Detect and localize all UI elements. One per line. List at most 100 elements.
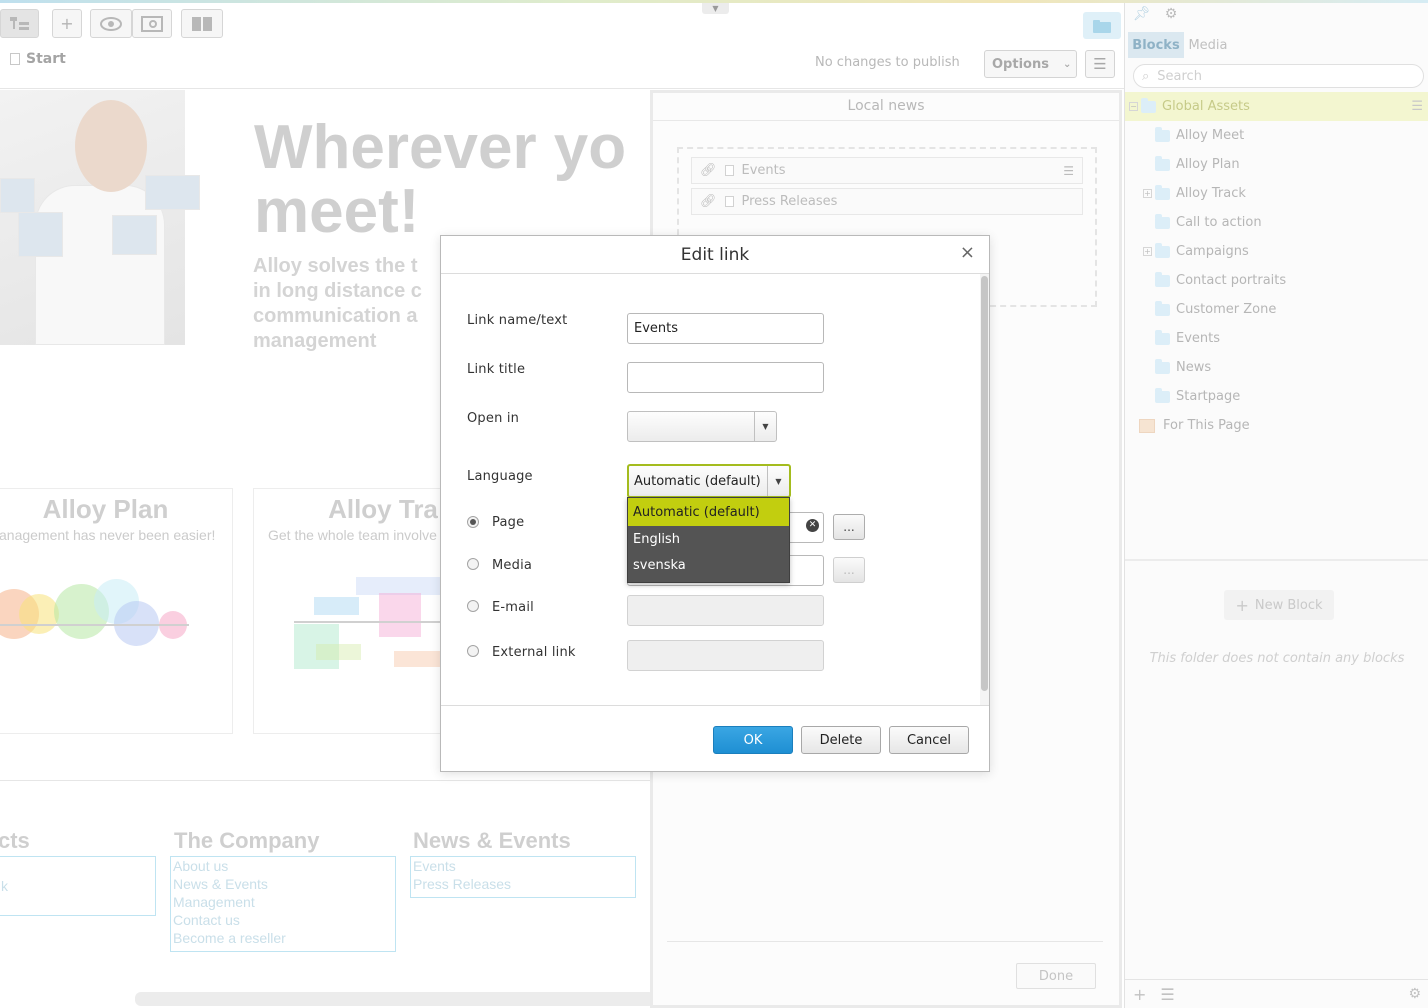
tab-blocks[interactable]: Blocks — [1128, 32, 1184, 58]
search-placeholder: Search — [1157, 68, 1202, 84]
tree-item-label: Campaigns — [1176, 244, 1249, 259]
footer-link[interactable]: About us — [171, 857, 395, 875]
language-select[interactable]: Automatic (default) ▼ — [627, 464, 791, 498]
expand-icon[interactable]: + — [1143, 247, 1152, 256]
horizontal-scrollbar[interactable] — [135, 992, 650, 1006]
radio-page[interactable] — [467, 516, 479, 528]
footer-col1-links: k — [0, 856, 156, 916]
tab-media[interactable]: Media — [1186, 32, 1230, 58]
options-label: Options — [992, 56, 1049, 72]
folder-icon — [1155, 184, 1170, 200]
clear-icon[interactable]: ✕ — [806, 519, 819, 532]
tree-item-for-this-page[interactable]: For This Page — [1125, 411, 1428, 440]
content-item-events[interactable]: 🔗︎ Events ☰ — [691, 157, 1083, 184]
context-menu-icon[interactable]: ☰ — [1411, 99, 1423, 114]
radio-media[interactable] — [467, 558, 479, 570]
editor-toolbar: + ▼ Start No changes to publish Options … — [0, 3, 1124, 89]
page-icon — [10, 53, 20, 65]
tree-item-label: Alloy Meet — [1176, 128, 1245, 143]
tree-item[interactable]: Startpage — [1125, 382, 1428, 411]
options-button[interactable]: Options ⌄ — [984, 50, 1077, 78]
add-icon[interactable]: + — [1133, 985, 1146, 1004]
preview-eye-icon[interactable] — [90, 9, 132, 38]
folder-icon — [1155, 242, 1170, 258]
new-block-button[interactable]: + New Block — [1224, 590, 1334, 620]
ok-button[interactable]: OK — [713, 726, 793, 754]
tree-item-label: News — [1176, 360, 1212, 375]
tree-item-global-assets[interactable]: − Global Assets ☰ — [1125, 92, 1428, 121]
open-in-select[interactable]: ▼ — [627, 411, 777, 442]
external-link-input[interactable] — [627, 640, 824, 671]
language-dropdown-list: Automatic (default) English svenska — [627, 497, 790, 583]
content-item-press-releases[interactable]: 🔗︎ Press Releases — [691, 188, 1083, 215]
tree-item[interactable]: News — [1125, 353, 1428, 382]
publish-status: No changes to publish — [815, 55, 960, 70]
tree-item[interactable]: Alloy Meet — [1125, 121, 1428, 150]
footer-link[interactable]: Become a reseller — [171, 929, 395, 947]
browse-page-button[interactable]: ... — [833, 514, 865, 540]
chevron-down-icon[interactable]: ▼ — [702, 3, 729, 14]
tree-item[interactable]: Events — [1125, 324, 1428, 353]
page-tree-icon[interactable] — [0, 9, 39, 38]
footer-link[interactable]: k — [0, 857, 155, 895]
page-folder-icon — [1139, 418, 1155, 433]
list-view-icon[interactable]: ☰ — [1085, 50, 1115, 78]
footer-link[interactable]: Management — [171, 893, 395, 911]
folder-toggle-icon[interactable] — [1083, 12, 1121, 39]
dropdown-option-svenska[interactable]: svenska — [628, 552, 789, 578]
browse-media-button[interactable]: ... — [833, 557, 865, 583]
done-button[interactable]: Done — [1016, 963, 1096, 989]
footer-col3-links: Events Press Releases — [410, 856, 636, 898]
menu-icon[interactable]: ☰ — [1160, 985, 1174, 1004]
footer-col1-title: cts — [0, 828, 30, 853]
link-title-input[interactable] — [627, 362, 824, 393]
sidebar-footer: + ☰ ⚙ — [1125, 979, 1428, 1008]
pin-icon[interactable]: 📌︎ — [1133, 6, 1151, 22]
tree-item-label: Events — [1176, 331, 1221, 346]
cancel-button[interactable]: Cancel — [889, 726, 969, 754]
tree-item-label: Customer Zone — [1176, 302, 1277, 317]
sidebar-splitter[interactable] — [1125, 559, 1428, 561]
footer-link[interactable]: Contact us — [171, 911, 395, 929]
page-icon — [724, 165, 734, 176]
language-value: Automatic (default) — [634, 473, 761, 489]
delete-button[interactable]: Delete — [801, 726, 881, 754]
tree-item[interactable]: + Campaigns — [1125, 237, 1428, 266]
gear-icon[interactable]: ⚙ — [1165, 6, 1178, 22]
collapse-icon[interactable]: − — [1129, 102, 1138, 111]
tree-item-label: Global Assets — [1162, 99, 1250, 114]
footer-link[interactable]: Events — [411, 857, 635, 875]
breadcrumb[interactable]: Start — [10, 51, 66, 67]
search-input[interactable]: ⌕ Search — [1133, 64, 1424, 88]
footer-link[interactable]: News & Events — [171, 875, 395, 893]
dialog-title: Edit link — [441, 236, 989, 274]
compare-icon[interactable] — [181, 9, 223, 38]
gear-icon[interactable]: ⚙ — [1408, 986, 1421, 1002]
dialog-scrollbar[interactable] — [981, 276, 988, 691]
footer-link[interactable]: Press Releases — [411, 875, 635, 893]
close-icon[interactable]: × — [960, 242, 975, 263]
card-alloy-plan: Alloy Plan anagement has never been easi… — [0, 488, 233, 734]
chevron-down-icon: ▼ — [754, 412, 776, 441]
add-icon[interactable]: + — [52, 9, 82, 38]
dropdown-option-automatic[interactable]: Automatic (default) — [628, 498, 789, 526]
tree-item-label: Contact portraits — [1176, 273, 1287, 288]
folder-icon — [1155, 155, 1170, 171]
tree-item[interactable]: + Alloy Track — [1125, 179, 1428, 208]
folder-icon — [1155, 300, 1170, 316]
panel-title: Local news — [653, 93, 1119, 121]
dropdown-option-english[interactable]: English — [628, 526, 789, 552]
tree-item[interactable]: Contact portraits — [1125, 266, 1428, 295]
context-menu-icon[interactable]: ☰ — [1063, 164, 1074, 178]
link-name-input[interactable]: Events — [627, 313, 824, 344]
radio-external-link[interactable] — [467, 645, 479, 657]
email-input[interactable] — [627, 595, 824, 626]
expand-icon[interactable]: + — [1143, 189, 1152, 198]
assets-sidebar: 📌︎ ⚙ Blocks Media ⌕ Search − Global Asse… — [1124, 3, 1428, 1008]
radio-email[interactable] — [467, 600, 479, 612]
tree-item[interactable]: Alloy Plan — [1125, 150, 1428, 179]
breadcrumb-start: Start — [26, 51, 66, 67]
view-settings-icon[interactable] — [132, 9, 172, 38]
tree-item[interactable]: Customer Zone — [1125, 295, 1428, 324]
tree-item[interactable]: Call to action — [1125, 208, 1428, 237]
